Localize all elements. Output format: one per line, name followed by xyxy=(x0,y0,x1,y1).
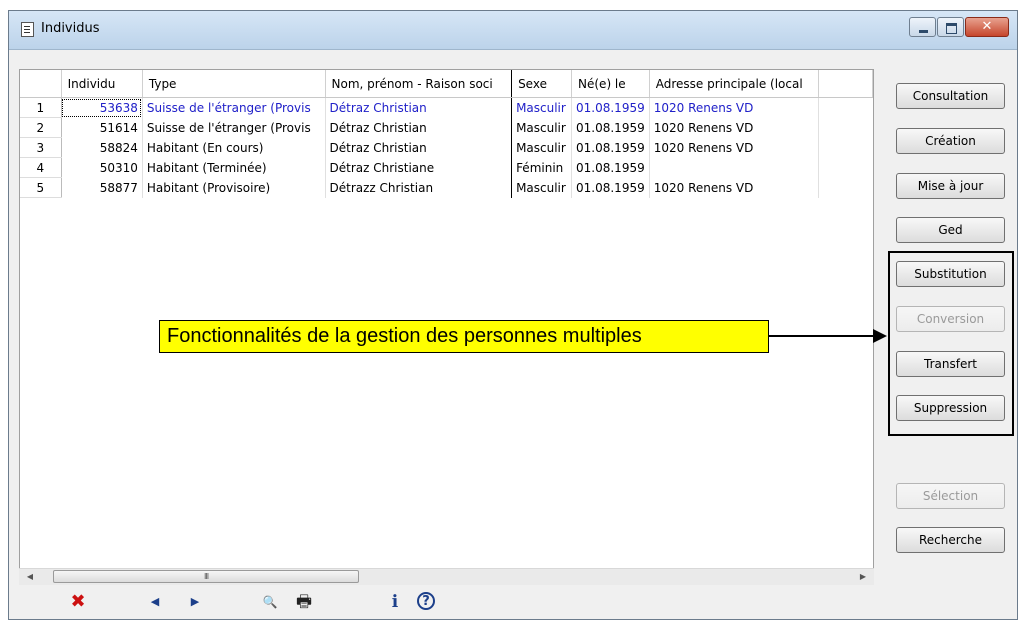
recherche-button[interactable]: Recherche xyxy=(896,527,1005,553)
individu-header[interactable]: Individu xyxy=(61,70,143,98)
next-icon[interactable]: ▶ xyxy=(184,591,206,613)
name-cell[interactable]: Détraz Christian xyxy=(325,117,513,138)
minimize-button[interactable] xyxy=(909,17,936,37)
sexe-cell[interactable]: Masculir xyxy=(511,177,573,198)
address-cell[interactable]: 1020 Renens VD xyxy=(649,137,820,158)
sexe-cell[interactable]: Masculir xyxy=(511,137,573,158)
birth-date-cell[interactable]: 01.08.1959 xyxy=(571,97,650,118)
birth-date-cell[interactable]: 01.08.1959 xyxy=(571,157,650,178)
row-number: 4 xyxy=(20,157,62,178)
close-button[interactable]: ✕ xyxy=(965,17,1009,37)
sexe-cell[interactable]: Masculir xyxy=(511,97,573,118)
bottom-toolbar: ✖ ◀ ▶ 🔍 🖶 ℹ ? xyxy=(9,585,1017,619)
print-icon[interactable]: 🖶 xyxy=(293,591,315,613)
search-icon[interactable]: 🔍 xyxy=(259,591,281,613)
name-cell[interactable]: Détraz Christian xyxy=(325,97,513,118)
birth-date-cell[interactable]: 01.08.1959 xyxy=(571,117,650,138)
window-title: Individus xyxy=(41,21,100,36)
row-number-header xyxy=(20,70,62,98)
scrollbar-thumb[interactable]: III xyxy=(53,570,359,583)
birth-date-cell[interactable]: 01.08.1959 xyxy=(571,137,650,158)
empty-cell xyxy=(819,118,873,138)
ged-button[interactable]: Ged xyxy=(896,217,1005,243)
maximize-button[interactable] xyxy=(937,17,964,37)
address-header[interactable]: Adresse principale (local xyxy=(649,70,820,98)
address-cell[interactable]: 1020 Renens VD xyxy=(649,177,820,198)
row-number: 5 xyxy=(20,177,62,198)
individu-cell[interactable]: 58877 xyxy=(61,177,143,198)
row-number: 3 xyxy=(20,137,62,158)
window-controls: ✕ xyxy=(908,17,1009,37)
empty-header xyxy=(818,70,873,98)
type-cell[interactable]: Habitant (Terminée) xyxy=(142,157,326,178)
empty-cell xyxy=(819,98,873,118)
type-cell[interactable]: Habitant (Provisoire) xyxy=(142,177,326,198)
creation-button[interactable]: Création xyxy=(896,128,1005,154)
scroll-right-arrow-icon[interactable]: ▶ xyxy=(856,571,870,583)
type-header[interactable]: Type xyxy=(142,70,326,98)
birth-date-header[interactable]: Né(e) le xyxy=(571,70,650,98)
address-cell[interactable]: 1020 Renens VD xyxy=(649,117,820,138)
table-row[interactable]: 1 53638 Suisse de l'étranger (Provis Détraz… xyxy=(20,97,873,118)
address-cell[interactable] xyxy=(649,157,820,178)
name-cell[interactable]: Détraz Christiane xyxy=(325,157,513,178)
name-cell[interactable]: Détrazz Christian xyxy=(325,177,513,198)
type-cell[interactable]: Suisse de l'étranger (Provis xyxy=(142,117,326,138)
table-row[interactable]: 4 50310 Habitant (Terminée) Détraz Christia… xyxy=(20,157,873,178)
close-icon: ✕ xyxy=(981,19,993,34)
transfert-button[interactable]: Transfert xyxy=(896,351,1005,377)
individu-cell[interactable]: 51614 xyxy=(61,117,143,138)
sexe-cell[interactable]: Féminin xyxy=(511,157,573,178)
individu-cell[interactable]: 50310 xyxy=(61,157,143,178)
individu-cell[interactable]: 58824 xyxy=(61,137,143,158)
scrollbar-grip: III xyxy=(204,572,209,581)
scroll-left-arrow-icon[interactable]: ◀ xyxy=(23,571,37,583)
type-cell[interactable]: Suisse de l'étranger (Provis xyxy=(142,97,326,118)
title-bar: Individus ✕ xyxy=(9,11,1017,50)
sexe-header[interactable]: Sexe xyxy=(511,70,573,98)
delete-icon[interactable]: ✖ xyxy=(67,591,89,613)
table-row[interactable]: 3 58824 Habitant (En cours) Détraz Christia… xyxy=(20,137,873,158)
individus-window: Individus ✕ Individu Type Nom, prénom - Ra… xyxy=(8,10,1018,620)
empty-cell xyxy=(819,138,873,158)
individu-cell[interactable]: 53638 xyxy=(61,97,143,118)
name-header[interactable]: Nom, prénom - Raison soci xyxy=(325,70,513,98)
horizontal-scrollbar[interactable]: ◀ III ▶ xyxy=(19,568,874,585)
consultation-button[interactable]: Consultation xyxy=(896,83,1005,109)
help-icon[interactable]: ? xyxy=(417,592,435,610)
row-number: 2 xyxy=(20,117,62,138)
empty-cell xyxy=(819,158,873,178)
sexe-cell[interactable]: Masculir xyxy=(511,117,573,138)
type-cell[interactable]: Habitant (En cours) xyxy=(142,137,326,158)
name-cell[interactable]: Détraz Christian xyxy=(325,137,513,158)
birth-date-cell[interactable]: 01.08.1959 xyxy=(571,177,650,198)
annotation-arrow-line xyxy=(769,335,875,337)
selection-button[interactable]: Sélection xyxy=(896,483,1005,509)
table-row[interactable]: 2 51614 Suisse de l'étranger (Provis Détraz… xyxy=(20,117,873,138)
previous-icon[interactable]: ◀ xyxy=(144,591,166,613)
document-icon xyxy=(21,22,34,37)
annotation-arrow-head xyxy=(873,329,887,343)
table-row[interactable]: 5 58877 Habitant (Provisoire) Détrazz Chris… xyxy=(20,177,873,198)
row-number: 1 xyxy=(20,97,62,118)
info-icon[interactable]: ℹ xyxy=(384,591,406,613)
substitution-button[interactable]: Substitution xyxy=(896,261,1005,287)
suppression-button[interactable]: Suppression xyxy=(896,395,1005,421)
annotation-callout: Fonctionnalités de la gestion des person… xyxy=(159,320,769,353)
address-cell[interactable]: 1020 Renens VD xyxy=(649,97,820,118)
mise-a-jour-button[interactable]: Mise à jour xyxy=(896,173,1005,199)
empty-cell xyxy=(819,178,873,198)
conversion-button[interactable]: Conversion xyxy=(896,306,1005,332)
